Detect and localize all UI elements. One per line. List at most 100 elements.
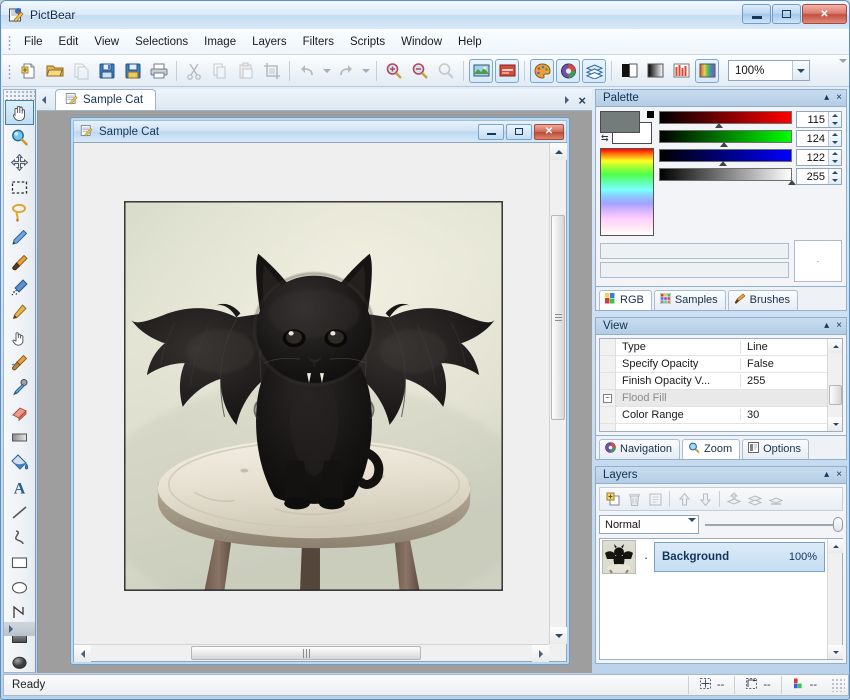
chevron-down-icon[interactable] xyxy=(688,518,696,534)
redo-dropdown-icon[interactable] xyxy=(360,59,371,83)
tab-options[interactable]: Options xyxy=(742,439,810,459)
blend-mode-combobox[interactable]: Normal xyxy=(599,515,699,534)
property-grid-scrollbar[interactable] xyxy=(827,339,842,431)
red-slider[interactable] xyxy=(659,111,792,128)
lasso-tool[interactable] xyxy=(5,200,34,225)
document-close-button[interactable]: ✕ xyxy=(534,123,564,140)
default-colors-icon[interactable] xyxy=(647,111,654,118)
menu-help[interactable]: Help xyxy=(450,32,490,52)
horizontal-scroll-thumb[interactable] xyxy=(191,646,421,660)
green-slider-marker[interactable] xyxy=(719,142,728,147)
brightness-icon[interactable] xyxy=(617,59,641,83)
menu-file[interactable]: File xyxy=(16,32,51,52)
add-layer-icon[interactable] xyxy=(603,489,623,509)
swap-colors-icon[interactable]: ⇆ xyxy=(601,133,609,144)
menu-filters[interactable]: Filters xyxy=(295,32,342,52)
foreground-color-swatch[interactable] xyxy=(600,111,640,133)
view-close-icon[interactable]: × xyxy=(836,321,842,331)
layer-row[interactable]: · Background 100% xyxy=(600,539,842,575)
tab-rgb[interactable]: RGB xyxy=(599,290,652,310)
image-canvas[interactable] xyxy=(124,201,503,591)
save-as-icon[interactable] xyxy=(121,59,145,83)
rectangle-tool[interactable] xyxy=(5,550,34,575)
cut-icon[interactable] xyxy=(182,59,206,83)
green-spin-down[interactable] xyxy=(829,139,841,146)
save-icon[interactable] xyxy=(95,59,119,83)
canvas-horizontal-scrollbar[interactable] xyxy=(74,644,549,662)
color-input-field-1[interactable] xyxy=(600,243,789,259)
flatten-image-icon[interactable] xyxy=(766,489,786,509)
scroll-right-button[interactable] xyxy=(532,645,549,662)
paste-icon[interactable] xyxy=(234,59,258,83)
document-minimize-button[interactable] xyxy=(478,123,504,140)
vertical-scroll-thumb[interactable] xyxy=(551,215,565,420)
blue-slider[interactable] xyxy=(659,149,792,166)
levels-icon[interactable] xyxy=(669,59,693,83)
property-row[interactable]: Finish Opacity V... 255 xyxy=(600,373,842,390)
property-row[interactable]: Specify Opacity False xyxy=(600,356,842,373)
alpha-spin-down[interactable] xyxy=(829,177,841,184)
move-layer-up-icon[interactable] xyxy=(674,489,694,509)
brush-tool[interactable] xyxy=(5,250,34,275)
canvas-vertical-scrollbar[interactable] xyxy=(549,143,567,644)
tab-navigation[interactable]: Navigation xyxy=(599,439,680,459)
blue-spin-up[interactable] xyxy=(829,150,841,157)
chevron-down-icon[interactable] xyxy=(792,61,809,80)
ellipse-tool[interactable] xyxy=(5,575,34,600)
document-maximize-button[interactable] xyxy=(506,123,532,140)
zoom-actual-icon[interactable] xyxy=(434,59,458,83)
color-wheel-icon[interactable] xyxy=(556,58,580,83)
opacity-knob[interactable] xyxy=(833,517,843,532)
undo-icon[interactable] xyxy=(295,59,319,83)
pencil-tool[interactable] xyxy=(5,300,34,325)
merge-down-icon[interactable] xyxy=(724,489,744,509)
delete-layer-icon[interactable] xyxy=(624,489,644,509)
palette-close-icon[interactable]: × xyxy=(836,93,842,103)
property-row[interactable]: Type Line xyxy=(600,339,842,356)
view-collapse-icon[interactable]: ▴ xyxy=(824,321,829,331)
property-scroll-thumb[interactable] xyxy=(829,385,842,405)
line-tool[interactable] xyxy=(5,500,34,525)
undo-dropdown-icon[interactable] xyxy=(321,59,332,83)
tab-samples[interactable]: Samples xyxy=(653,290,726,310)
tool-palette-overflow[interactable] xyxy=(4,622,35,636)
property-grid[interactable]: Type Line Specify Opacity False Finish O… xyxy=(599,338,843,432)
print-icon[interactable] xyxy=(147,59,171,83)
toolbar-grip[interactable] xyxy=(6,62,13,79)
layer-properties-icon[interactable] xyxy=(645,489,665,509)
filled-ellipse-tool[interactable] xyxy=(5,650,34,675)
crop-icon[interactable] xyxy=(260,59,284,83)
red-spin-down[interactable] xyxy=(829,120,841,127)
eraser-tool[interactable] xyxy=(5,400,34,425)
curve-tool[interactable] xyxy=(5,525,34,550)
alpha-slider[interactable] xyxy=(659,168,796,185)
alpha-spin-up[interactable] xyxy=(829,169,841,176)
tab-scroll-left[interactable] xyxy=(37,90,51,110)
tab-brushes[interactable]: Brushes xyxy=(727,290,798,310)
menu-scripts[interactable]: Scripts xyxy=(342,32,393,52)
image-size-icon[interactable] xyxy=(469,58,493,83)
layer-list-scrollbar[interactable] xyxy=(827,539,843,659)
magnifier-tool[interactable] xyxy=(5,125,34,150)
menu-layers[interactable]: Layers xyxy=(244,32,295,52)
menu-view[interactable]: View xyxy=(86,32,127,52)
toolbar-overflow-icon[interactable] xyxy=(839,59,847,75)
layer-list[interactable]: · Background 100% xyxy=(599,538,843,660)
menu-window[interactable]: Window xyxy=(393,32,450,52)
palette-collapse-icon[interactable]: ▴ xyxy=(824,93,829,103)
hue-saturation-icon[interactable] xyxy=(695,58,719,83)
blue-spinner[interactable]: 122 xyxy=(796,149,842,166)
menu-grip[interactable] xyxy=(6,33,13,50)
rect-select-tool[interactable] xyxy=(5,175,34,200)
property-scroll-down[interactable] xyxy=(828,417,842,431)
gradient-tool[interactable] xyxy=(5,425,34,450)
redo-icon[interactable] xyxy=(334,59,358,83)
menu-edit[interactable]: Edit xyxy=(51,32,87,52)
merge-visible-icon[interactable] xyxy=(745,489,765,509)
scroll-up-button[interactable] xyxy=(550,143,567,160)
menu-selections[interactable]: Selections xyxy=(127,32,196,52)
pen-tool[interactable] xyxy=(5,225,34,250)
contrast-icon[interactable] xyxy=(643,59,667,83)
resize-grip[interactable] xyxy=(831,678,845,692)
hand-tool[interactable] xyxy=(5,100,34,125)
